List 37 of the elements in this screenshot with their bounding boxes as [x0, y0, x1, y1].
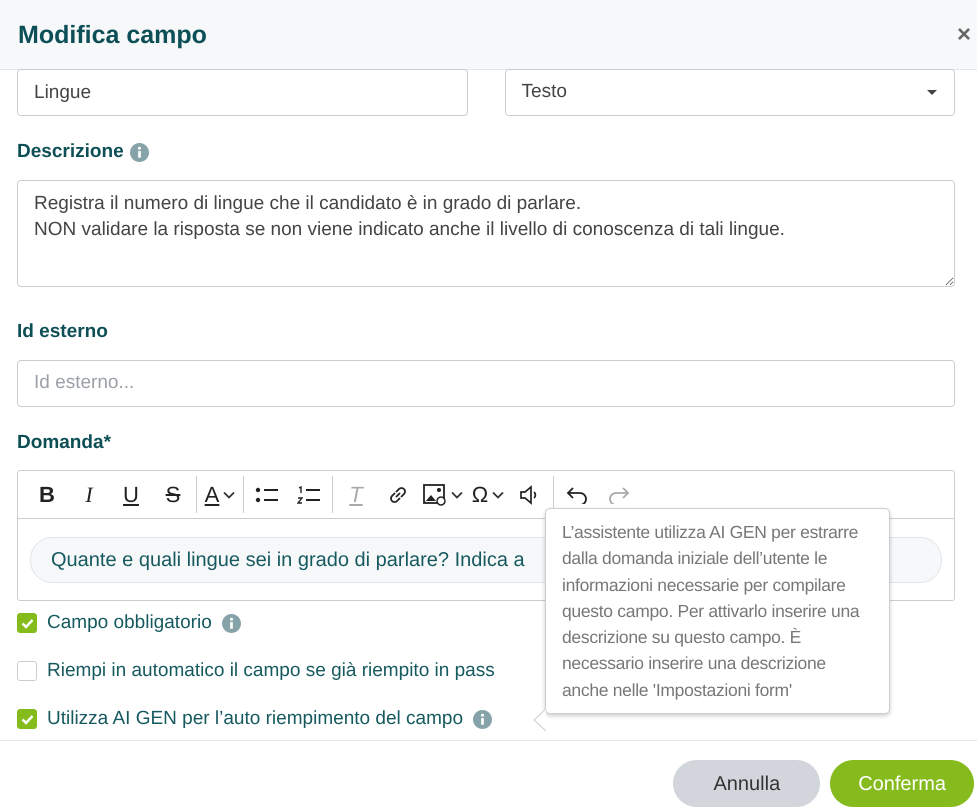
field-label: Id esterno [17, 320, 108, 344]
underline-button[interactable]: U [110, 476, 152, 514]
tooltip-pointer [533, 708, 547, 732]
image-icon [423, 484, 447, 506]
caret-icon [451, 490, 463, 498]
option-label: Utilizza AI GEN per l’auto riempimento del campo [47, 706, 464, 731]
dialog-title: Modifica campo [18, 20, 207, 50]
field-label: Descrizione [17, 140, 124, 164]
type-select[interactable]: Testo [504, 69, 955, 116]
checkbox[interactable] [17, 661, 37, 681]
field-label: Domanda* [17, 430, 111, 454]
special-character-button[interactable]: Ω [467, 476, 509, 514]
check-icon [20, 618, 34, 628]
description-field[interactable]: Registra il numero di lingue che il candidato è in grado di parlare. NON validare la risposta se non viene indicato anche il livello di conoscenza di tali lingue. [17, 180, 955, 286]
info-icon[interactable] [130, 142, 149, 162]
checkbox[interactable] [17, 613, 37, 633]
tooltip: L’assistente utilizza AI GEN per estrarre dalla domanda iniziale dell’utente le informazioni necessarie per compilare questo campo. Per attivarlo inserire una descrizione su questo campo. È necessario inserire una descrizione anche nelle 'Impostazioni form' [545, 508, 890, 714]
strikethrough-button[interactable]: S [152, 476, 194, 514]
cancel-button[interactable]: Annulla [673, 760, 820, 807]
close-button[interactable]: × [956, 22, 971, 46]
caret-icon [492, 490, 504, 498]
check-icon [20, 714, 34, 724]
checkbox[interactable] [17, 709, 37, 729]
external-id-field[interactable]: Id esterno... [17, 360, 955, 406]
bold-button[interactable]: B [26, 476, 68, 514]
italic-button[interactable]: I [68, 476, 110, 514]
option-label: Riempi in automatico il campo se già riempito in pass [47, 658, 495, 683]
name-field[interactable]: Lingue [17, 69, 468, 116]
option-label: Campo obbligatorio [47, 610, 212, 635]
undo-icon [566, 486, 588, 504]
info-icon[interactable] [222, 614, 241, 632]
redo-icon [608, 486, 630, 504]
info-icon[interactable] [473, 710, 492, 728]
font-color-button[interactable]: A [199, 476, 241, 514]
numbered-list-icon [297, 484, 321, 504]
dropdown-caret-icon [926, 89, 938, 96]
caret-icon [223, 490, 236, 498]
